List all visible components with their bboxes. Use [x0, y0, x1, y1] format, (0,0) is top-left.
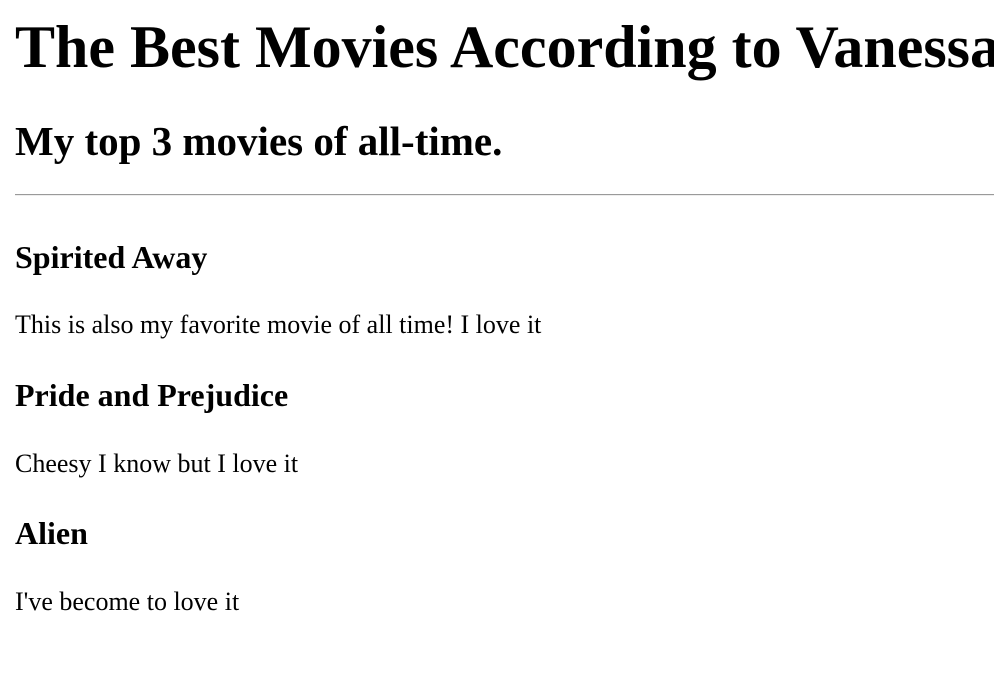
movie-title: Spirited Away: [15, 239, 208, 275]
movie-description: This is also my favorite movie of all ti…: [15, 310, 542, 339]
movie-title: Pride and Prejudice: [15, 377, 289, 413]
movie-description: I've become to love it: [15, 587, 240, 616]
movie-description: Cheesy I know but I love it: [15, 449, 299, 478]
divider: [15, 194, 994, 196]
page-subtitle: My top 3 movies of all-time.: [15, 118, 503, 164]
page-title: The Best Movies According to Vanessa: [15, 14, 994, 80]
movie-title: Alien: [15, 515, 88, 551]
